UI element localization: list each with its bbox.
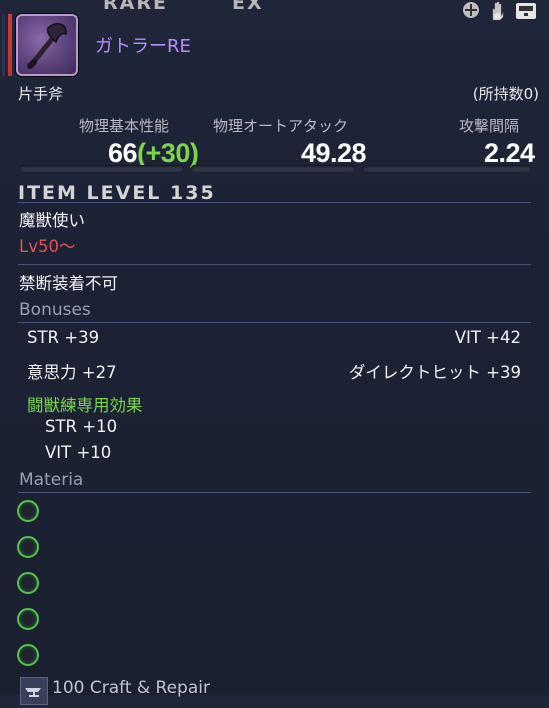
materia-title: Materia (19, 470, 84, 490)
item-level: ITEM LEVEL 135 (18, 182, 216, 204)
divider-bonuses (18, 322, 531, 323)
materia-slot-4[interactable] (17, 608, 39, 630)
tray-icon[interactable] (514, 0, 536, 20)
stat-header-delay: 攻撃間隔 (459, 117, 520, 135)
stat-header-auto-attack: 物理オートアタック (213, 117, 349, 135)
stat-header-physical-damage: 物理基本性能 (79, 117, 170, 135)
owned-count: (所持数0) (472, 85, 539, 103)
item-icon[interactable] (16, 14, 78, 76)
materia-slot-5[interactable] (17, 644, 39, 666)
item-name: ガトラーRE (95, 36, 191, 57)
materia-slot-2[interactable] (17, 536, 39, 558)
stat-bar-delay (363, 165, 531, 172)
level-requirement: Lv50〜 (19, 237, 76, 256)
axe-icon (27, 23, 67, 69)
ex-tag: EX (232, 0, 264, 14)
plus-icon[interactable] (461, 0, 481, 20)
base-bonus: (+30) (137, 138, 199, 168)
glamour-restriction: 禁断装着不可 (19, 274, 118, 293)
materia-slot-1[interactable] (17, 500, 39, 522)
special-bonus-vit: VIT +10 (45, 443, 112, 462)
materia-slot-3[interactable] (17, 572, 39, 594)
bonus-str: STR +39 (27, 328, 100, 347)
stat-bar-auto-attack (191, 165, 355, 172)
divider-job (18, 264, 531, 265)
craft-repair: 100 Craft & Repair (52, 678, 210, 698)
anvil-icon (20, 677, 48, 705)
side-bar-red (8, 14, 12, 76)
bonus-mind: 意思力 +27 (27, 363, 117, 382)
bonus-vit: VIT +42 (454, 328, 521, 347)
side-bar-left (2, 14, 5, 76)
item-category: 片手斧 (18, 85, 64, 103)
hand-icon[interactable] (487, 0, 507, 21)
rare-tag: RARE (103, 0, 168, 14)
divider-materia (18, 492, 531, 493)
bonuses-title: Bonuses (19, 300, 91, 320)
bonus-direct-hit: ダイレクトヒット +39 (348, 363, 521, 382)
base-value: 66 (108, 138, 138, 168)
stat-bar-physical-damage (20, 165, 184, 172)
job-class: 魔獣使い (19, 211, 85, 230)
divider-item-level (18, 202, 531, 203)
special-bonus-title: 闘獣練専用効果 (27, 396, 143, 415)
special-bonus-str: STR +10 (45, 417, 118, 436)
